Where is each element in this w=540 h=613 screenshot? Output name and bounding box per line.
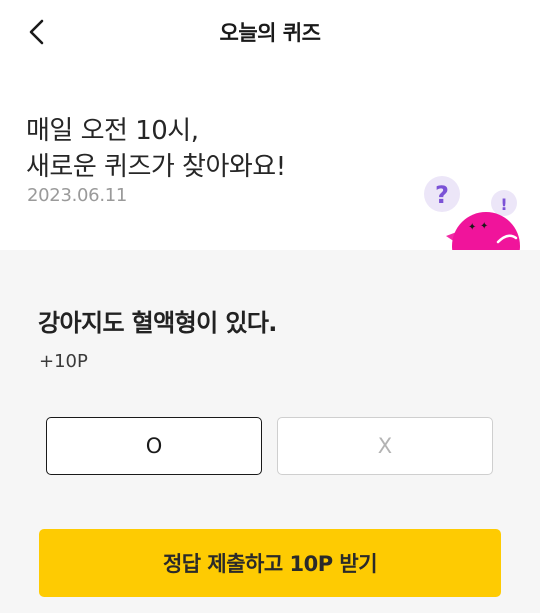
intro-headline-line2: 새로운 퀴즈가 찾아와요! — [26, 152, 286, 182]
quiz-intro-banner: 매일 오전 10시, 새로운 퀴즈가 찾아와요! 2023.06.11 ? ! … — [0, 66, 540, 250]
reward-points: +10P — [39, 351, 88, 372]
intro-headline-line1: 매일 오전 10시, — [26, 116, 199, 146]
app-header: 오늘의 퀴즈 — [0, 0, 540, 66]
quiz-mascot-illustration: ? ! ✦ ✦ — [418, 172, 528, 250]
svg-text:✦: ✦ — [480, 221, 488, 232]
mascot-question-mark: ? — [435, 181, 449, 209]
answer-option-o[interactable]: O — [46, 417, 262, 475]
quiz-date: 2023.06.11 — [27, 185, 128, 206]
submit-answer-label: 정답 제출하고 10P 받기 — [162, 552, 378, 576]
mascot-character-icon: ? ! ✦ ✦ — [424, 176, 520, 250]
answer-option-x-label: X — [377, 434, 393, 458]
page-title: 오늘의 퀴즈 — [219, 21, 321, 45]
quiz-panel: 강아지도 혈액형이 있다. +10P O X 정답 제출하고 10P 받기 — [0, 250, 540, 613]
svg-text:✦: ✦ — [468, 222, 476, 233]
answer-option-o-label: O — [145, 434, 163, 458]
answer-option-x[interactable]: X — [277, 417, 493, 475]
quiz-question: 강아지도 혈액형이 있다. — [38, 309, 277, 337]
mascot-exclamation-mark: ! — [500, 195, 507, 214]
submit-answer-button[interactable]: 정답 제출하고 10P 받기 — [39, 529, 501, 597]
